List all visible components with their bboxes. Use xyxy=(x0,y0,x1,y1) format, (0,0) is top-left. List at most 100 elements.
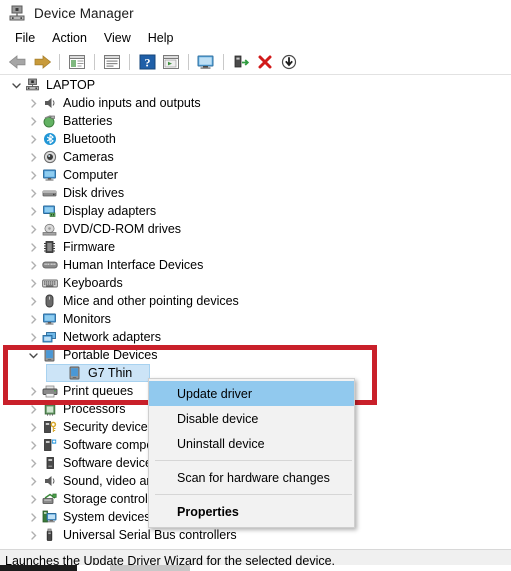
disable-device-icon[interactable] xyxy=(277,51,301,73)
tree-item-mice-and-other-pointing-devices[interactable]: Mice and other pointing devices xyxy=(0,292,511,310)
toolbar-separator xyxy=(94,53,95,70)
tree-item-keyboards[interactable]: Keyboards xyxy=(0,274,511,292)
monitor-icon xyxy=(41,167,58,183)
tree-item-bluetooth[interactable]: Bluetooth xyxy=(0,130,511,148)
context-menu-item-disable-device[interactable]: Disable device xyxy=(149,406,354,431)
tree-item-batteries[interactable]: Batteries xyxy=(0,112,511,130)
menu-view[interactable]: View xyxy=(96,29,140,47)
tree-item-label: Bluetooth xyxy=(63,132,116,146)
chevron-right-icon[interactable] xyxy=(25,400,41,418)
camera-icon xyxy=(41,149,58,165)
tree-item-computer[interactable]: Computer xyxy=(0,166,511,184)
menu-file[interactable]: File xyxy=(7,29,44,47)
chevron-right-icon[interactable] xyxy=(25,112,41,130)
tree-item-human-interface-devices[interactable]: Human Interface Devices xyxy=(0,256,511,274)
chevron-right-icon[interactable] xyxy=(25,508,41,526)
storage-controller-icon xyxy=(41,491,58,507)
usb-controller-icon xyxy=(41,527,58,543)
tree-item-label: Cameras xyxy=(63,150,114,164)
context-menu-item-update-driver[interactable]: Update driver xyxy=(149,381,354,406)
menu-action[interactable]: Action xyxy=(44,29,96,47)
tree-item-dvd-cd-rom-drives[interactable]: DVD/CD-ROM drives xyxy=(0,220,511,238)
tree-item-label: System devices xyxy=(63,510,151,524)
scan-hardware-changes-icon[interactable] xyxy=(194,51,218,73)
tree-item-laptop[interactable]: LAPTOP xyxy=(0,76,511,94)
tree-item-label: Network adapters xyxy=(63,330,161,344)
context-menu-item-scan-for-hardware-changes[interactable]: Scan for hardware changes xyxy=(149,465,354,490)
window-title: Device Manager xyxy=(34,5,134,21)
context-menu[interactable]: Update driver Disable device Uninstall d… xyxy=(148,378,355,528)
tree-item-label: Disk drives xyxy=(63,186,125,200)
context-menu-item-properties[interactable]: Properties xyxy=(149,499,354,524)
back-arrow-icon[interactable] xyxy=(6,51,30,73)
chevron-right-icon[interactable] xyxy=(25,328,41,346)
chevron-right-icon[interactable] xyxy=(25,526,41,544)
tree-item-universal-serial-bus-controllers[interactable]: Universal Serial Bus controllers xyxy=(0,526,511,544)
chevron-right-icon[interactable] xyxy=(25,166,41,184)
chevron-right-icon[interactable] xyxy=(25,310,41,328)
chevron-right-icon[interactable] xyxy=(25,274,41,292)
chevron-right-icon[interactable] xyxy=(25,490,41,508)
tree-item-portable-devices[interactable]: Portable Devices xyxy=(0,346,511,364)
tree-item-network-adapters[interactable]: Network adapters xyxy=(0,328,511,346)
help-icon[interactable]: ? xyxy=(135,51,159,73)
tree-item-label: Keyboards xyxy=(63,276,123,290)
tree-item-disk-drives[interactable]: Disk drives xyxy=(0,184,511,202)
display-adapter-icon xyxy=(41,203,58,219)
tree-item-label: LAPTOP xyxy=(46,78,96,92)
tree-item-monitors[interactable]: Monitors xyxy=(0,310,511,328)
chevron-right-icon[interactable] xyxy=(25,148,41,166)
chevron-right-icon[interactable] xyxy=(25,220,41,238)
chevron-down-icon[interactable] xyxy=(8,76,24,94)
chevron-down-icon[interactable] xyxy=(25,346,41,364)
tree-item-label: G7 Thin xyxy=(88,366,133,380)
tree-item-label: Print queues xyxy=(63,384,134,398)
bluetooth-icon xyxy=(41,131,58,147)
chevron-right-icon[interactable] xyxy=(25,130,41,148)
chevron-right-icon[interactable] xyxy=(25,418,41,436)
tree-item-display-adapters[interactable]: Display adapters xyxy=(0,202,511,220)
enable-device-icon[interactable] xyxy=(229,51,253,73)
tree-item-label: Human Interface Devices xyxy=(63,258,204,272)
chevron-right-icon[interactable] xyxy=(25,202,41,220)
tree-item-cameras[interactable]: Cameras xyxy=(0,148,511,166)
chevron-right-icon[interactable] xyxy=(25,454,41,472)
chevron-right-icon[interactable] xyxy=(25,472,41,490)
uninstall-device-icon[interactable] xyxy=(253,51,277,73)
forward-arrow-icon[interactable] xyxy=(30,51,54,73)
chevron-right-icon[interactable] xyxy=(25,256,41,274)
properties-icon[interactable] xyxy=(100,51,124,73)
tree-item-label: Display adapters xyxy=(63,204,157,218)
hid-icon xyxy=(41,257,58,273)
chevron-right-icon[interactable] xyxy=(25,238,41,256)
portable-device-icon xyxy=(66,365,83,381)
tree-item-label: Portable Devices xyxy=(63,348,158,362)
context-menu-item-uninstall-device[interactable]: Uninstall device xyxy=(149,431,354,456)
chevron-right-icon[interactable] xyxy=(25,382,41,400)
toolbar-separator xyxy=(59,53,60,70)
scroll-track-artifact xyxy=(110,565,190,571)
tree-item-label: Processors xyxy=(63,402,126,416)
toolbar-separator xyxy=(188,53,189,70)
computer-root-icon xyxy=(24,77,41,93)
chevron-right-icon[interactable] xyxy=(25,94,41,112)
toolbar-separator xyxy=(129,53,130,70)
firmware-chip-icon xyxy=(41,239,58,255)
title-bar: Device Manager xyxy=(0,0,511,26)
portable-device-icon xyxy=(41,347,58,363)
device-manager-window: Device Manager File Action View Help ? L… xyxy=(0,0,511,571)
chevron-right-icon[interactable] xyxy=(25,436,41,454)
show-hide-console-tree-icon[interactable] xyxy=(65,51,89,73)
tree-item-audio-inputs-and-outputs[interactable]: Audio inputs and outputs xyxy=(0,94,511,112)
software-device-icon xyxy=(41,455,58,471)
tree-item-firmware[interactable]: Firmware xyxy=(0,238,511,256)
tree-item-label: Mice and other pointing devices xyxy=(63,294,239,308)
scroll-thumb[interactable] xyxy=(0,565,77,571)
optical-drive-icon xyxy=(41,221,58,237)
chevron-right-icon[interactable] xyxy=(25,184,41,202)
context-menu-separator xyxy=(155,494,352,495)
chevron-right-icon[interactable] xyxy=(25,292,41,310)
menu-help[interactable]: Help xyxy=(140,29,183,47)
tree-item-label: Computer xyxy=(63,168,118,182)
update-driver-icon[interactable] xyxy=(159,51,183,73)
